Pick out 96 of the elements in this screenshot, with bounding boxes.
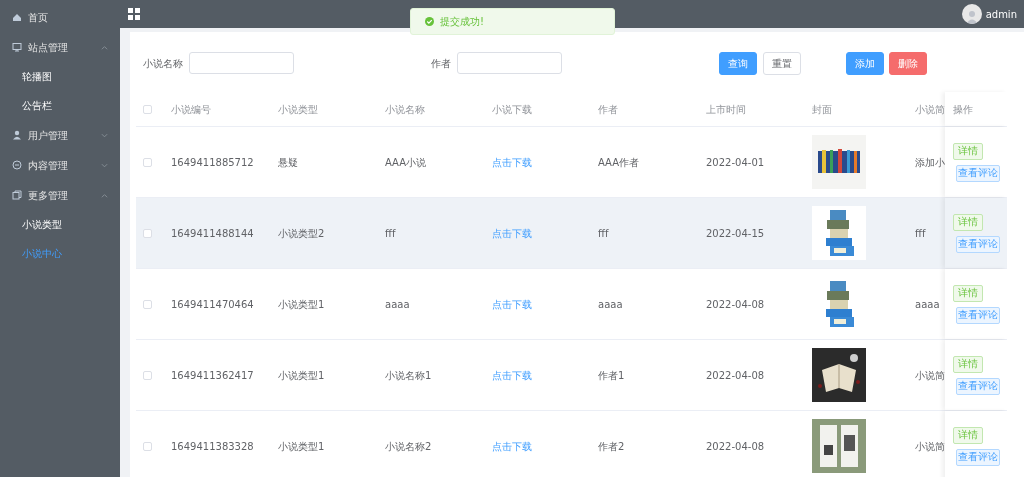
menu-icon[interactable] [128, 8, 140, 20]
comment-button[interactable]: 查看评论 [956, 377, 1000, 395]
avatar-icon[interactable] [961, 4, 982, 24]
table-cell-text: 小说名称1 [385, 368, 433, 383]
table-cell-text: 小说名称2 [385, 439, 433, 454]
table-cell-text: 1649411488144 [171, 226, 255, 241]
download-link[interactable]: 点击下载 [492, 367, 598, 383]
checkbox[interactable] [143, 299, 152, 309]
table-cell-text: 2022-04-01 [706, 155, 766, 170]
column-header: 操作 [953, 102, 974, 117]
sidebar-item[interactable]: 更多管理 [0, 180, 120, 210]
filter-label: 小说名称 [143, 56, 183, 71]
table-cell-text: 1649411470464 [171, 297, 255, 312]
text-field[interactable] [457, 52, 562, 74]
sidebar-subitem[interactable]: 轮播图 [0, 62, 120, 91]
table-cell-text: 2022-04-15 [706, 226, 766, 241]
download-link[interactable]: 点击下载 [492, 296, 598, 312]
detail-button[interactable]: 详情 [953, 213, 983, 231]
download-link[interactable]: 点击下载 [492, 438, 598, 454]
comment-button[interactable]: 查看评论 [956, 164, 1000, 182]
column-header: 小说编号 [171, 102, 212, 117]
action-button[interactable]: 查询 [719, 51, 757, 75]
sidebar-subitem[interactable]: 公告栏 [0, 91, 120, 120]
column-header: 作者 [598, 102, 619, 117]
copy-icon [12, 190, 22, 200]
column-header: 小说名称 [385, 102, 426, 117]
filter-label: 作者 [431, 56, 451, 71]
table-cell-text: 2022-04-08 [706, 439, 766, 454]
column-header: 小说下载 [492, 102, 533, 117]
comment-button[interactable]: 查看评论 [956, 448, 1000, 466]
monitor-icon [12, 42, 22, 52]
table-cell-text: fff [915, 226, 927, 241]
toast-message: 提交成功! [440, 15, 484, 29]
comment-button[interactable]: 查看评论 [956, 306, 1000, 324]
download-link[interactable]: 点击下载 [492, 154, 598, 170]
column-header: 封面 [812, 102, 833, 117]
home-icon [12, 12, 22, 22]
table-cell-text: 小说简 [915, 439, 945, 454]
action-button[interactable]: 删除 [889, 51, 927, 75]
sidebar-label: 站点管理 [28, 40, 69, 55]
sidebar-label: 用户管理 [28, 128, 69, 143]
table-cell-text: fff [385, 226, 397, 241]
sidebar-subitem[interactable]: 小说类型 [0, 210, 120, 239]
username[interactable]: admin [985, 6, 1017, 22]
sidebar-item[interactable]: 首页 [0, 2, 120, 32]
column-header: 小说简 [915, 102, 945, 117]
table-cell-text: 小说类型2 [278, 226, 326, 241]
action-button[interactable]: 添加 [846, 51, 884, 75]
table-cell-text: AAA作者 [598, 155, 641, 170]
detail-button[interactable]: 详情 [953, 142, 983, 160]
success-icon [425, 17, 434, 26]
sidebar-item[interactable]: 内容管理 [0, 150, 120, 180]
checkbox[interactable] [143, 157, 152, 167]
action-button[interactable]: 重置 [763, 51, 801, 75]
sidebar-subitem[interactable]: 小说中心 [0, 239, 120, 268]
sidebar-label: 首页 [28, 10, 49, 25]
table-cell-text: 小说简 [915, 368, 945, 383]
table-row[interactable]: 1649411488144 小说类型2 fff 点击下载 fff 2022-04-15 fff 详情 查看评论 [136, 198, 1007, 269]
table-cell-text: 2022-04-08 [706, 368, 766, 383]
text-field[interactable] [189, 52, 294, 74]
table-cell-text: aaaa [385, 297, 411, 312]
table-row[interactable]: 1649411885712 悬疑 AAA小说 点击下载 AAA作者 2022-04-01 添加小 详情 查看评论 [136, 127, 1007, 198]
user-icon [12, 130, 22, 140]
table-cell-text: 作者2 [598, 439, 626, 454]
table-cell-text: 悬疑 [278, 155, 299, 170]
detail-button[interactable]: 详情 [953, 284, 983, 302]
column-header: 上市时间 [706, 102, 747, 117]
download-link[interactable]: 点击下载 [492, 225, 598, 241]
table-cell-text: 作者1 [598, 368, 626, 383]
checkbox[interactable] [143, 441, 152, 451]
detail-button[interactable]: 详情 [953, 426, 983, 444]
table-cell-text: 2022-04-08 [706, 297, 766, 312]
table-row[interactable]: 1649411470464 小说类型1 aaaa 点击下载 aaaa 2022-04-08 aaaa 详情 查看评论 [136, 269, 1007, 340]
detail-button[interactable]: 详情 [953, 355, 983, 373]
table-row[interactable]: 1649411362417 小说类型1 小说名称1 点击下载 作者1 2022-04-08 小说简 详情 查看评论 [136, 340, 1007, 411]
table-cell-text: 小说类型1 [278, 368, 326, 383]
column-header: 小说类型 [278, 102, 319, 117]
checkbox[interactable] [143, 104, 152, 114]
checkbox[interactable] [143, 370, 152, 380]
table-cell-text: fff [598, 226, 610, 241]
sidebar-label: 内容管理 [28, 158, 69, 173]
table-cell-text: AAA小说 [385, 155, 428, 170]
table-cell-text: 1649411383328 [171, 439, 255, 454]
table-cell-text: 小说类型1 [278, 297, 326, 312]
checkbox[interactable] [143, 228, 152, 238]
table-cell-text: 添加小 [915, 155, 945, 170]
sidebar-item[interactable]: 用户管理 [0, 120, 120, 150]
table-cell-text: aaaa [915, 297, 941, 312]
comment-button[interactable]: 查看评论 [956, 235, 1000, 253]
table-cell-text: aaaa [598, 297, 624, 312]
table-cell-text: 1649411362417 [171, 368, 255, 383]
sidebar-label: 更多管理 [28, 188, 69, 203]
table-cell-text: 小说类型1 [278, 439, 326, 454]
table-cell-text: 1649411885712 [171, 155, 255, 170]
chat-icon [12, 160, 22, 170]
sidebar-item[interactable]: 站点管理 [0, 32, 120, 62]
